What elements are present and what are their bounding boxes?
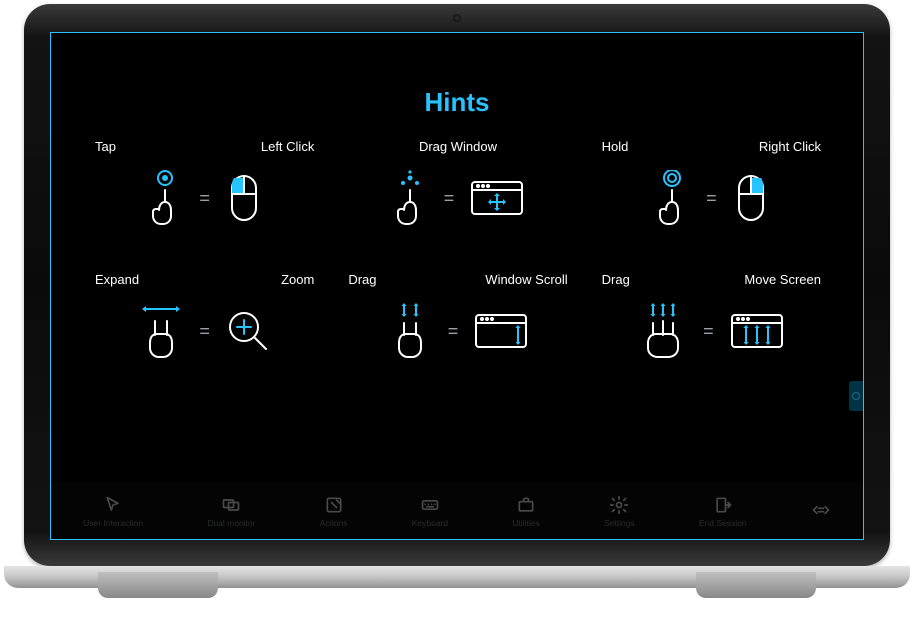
hints-panel: Hints Tap Left Click bbox=[51, 33, 863, 539]
keyboard-icon bbox=[420, 495, 440, 515]
expand-menu-icon bbox=[811, 500, 831, 520]
toolbar-actions[interactable]: Actions bbox=[320, 495, 348, 528]
bottom-toolbar: User Interaction Dual monitor Actions Ke… bbox=[51, 483, 863, 539]
cursor-icon bbox=[103, 495, 123, 515]
briefcase-icon bbox=[516, 495, 536, 515]
monitors-icon bbox=[221, 495, 241, 515]
hint-expand-zoom: Expand Zoom bbox=[87, 272, 322, 359]
label-right-click: Right Click bbox=[759, 139, 821, 154]
three-finger-drag-icon bbox=[637, 303, 689, 359]
hint-drag-movescreen: Drag Move Screen bbox=[594, 272, 829, 359]
hint-hold-rightclick: Hold Right Click = bbox=[594, 139, 829, 226]
drag-one-finger-icon bbox=[390, 170, 430, 226]
pinch-gesture-icon bbox=[137, 303, 185, 359]
label-drag-two: Drag bbox=[348, 272, 376, 287]
hint-drag-windowscroll: Drag Window Scroll bbox=[340, 272, 575, 359]
webcam-icon bbox=[453, 14, 461, 22]
exit-icon bbox=[713, 495, 733, 515]
hold-gesture-icon bbox=[652, 170, 692, 226]
two-finger-drag-icon bbox=[386, 303, 434, 359]
gear-icon bbox=[609, 495, 629, 515]
equals-sign: = bbox=[706, 188, 717, 209]
toolbar-dual-monitor[interactable]: Dual monitor bbox=[207, 495, 255, 528]
equals-sign: = bbox=[199, 321, 210, 342]
label-window-scroll: Window Scroll bbox=[485, 272, 567, 287]
label-tap: Tap bbox=[95, 139, 116, 154]
zoom-magnifier-icon bbox=[224, 307, 272, 355]
page-title: Hints bbox=[51, 87, 863, 118]
toolbar-settings[interactable]: Settings bbox=[604, 495, 635, 528]
toolbar-utilities[interactable]: Utilities bbox=[512, 495, 539, 528]
label-left-click: Left Click bbox=[261, 139, 314, 154]
side-drawer-tab[interactable] bbox=[849, 381, 863, 411]
mouse-right-click-icon bbox=[731, 170, 771, 226]
label-move-screen: Move Screen bbox=[744, 272, 821, 287]
hint-tap-leftclick: Tap Left Click = bbox=[87, 139, 322, 226]
hints-grid: Tap Left Click = bbox=[87, 139, 829, 359]
screen-move-icon bbox=[728, 309, 786, 353]
equals-sign: = bbox=[199, 188, 210, 209]
equals-sign: = bbox=[703, 321, 714, 342]
hint-drag-window: Drag Window = bbox=[340, 139, 575, 226]
toolbar-keyboard[interactable]: Keyboard bbox=[412, 495, 448, 528]
window-move-icon bbox=[468, 176, 526, 220]
label-drag-three: Drag bbox=[602, 272, 630, 287]
actions-icon bbox=[324, 495, 344, 515]
label-drag-window: Drag Window bbox=[419, 139, 497, 154]
laptop-base bbox=[4, 566, 910, 600]
mouse-left-click-icon bbox=[224, 170, 264, 226]
tap-gesture-icon bbox=[145, 170, 185, 226]
toolbar-expand[interactable] bbox=[811, 500, 831, 523]
toolbar-end-session[interactable]: End Session bbox=[699, 495, 747, 528]
label-hold: Hold bbox=[602, 139, 629, 154]
device-screen: Hints Tap Left Click bbox=[50, 32, 864, 540]
equals-sign: = bbox=[448, 321, 459, 342]
window-scroll-icon bbox=[472, 309, 530, 353]
label-expand: Expand bbox=[95, 272, 139, 287]
label-zoom: Zoom bbox=[281, 272, 314, 287]
toolbar-user-interaction[interactable]: User Interaction bbox=[83, 495, 143, 528]
equals-sign: = bbox=[444, 188, 455, 209]
laptop-frame: Hints Tap Left Click bbox=[4, 4, 910, 604]
